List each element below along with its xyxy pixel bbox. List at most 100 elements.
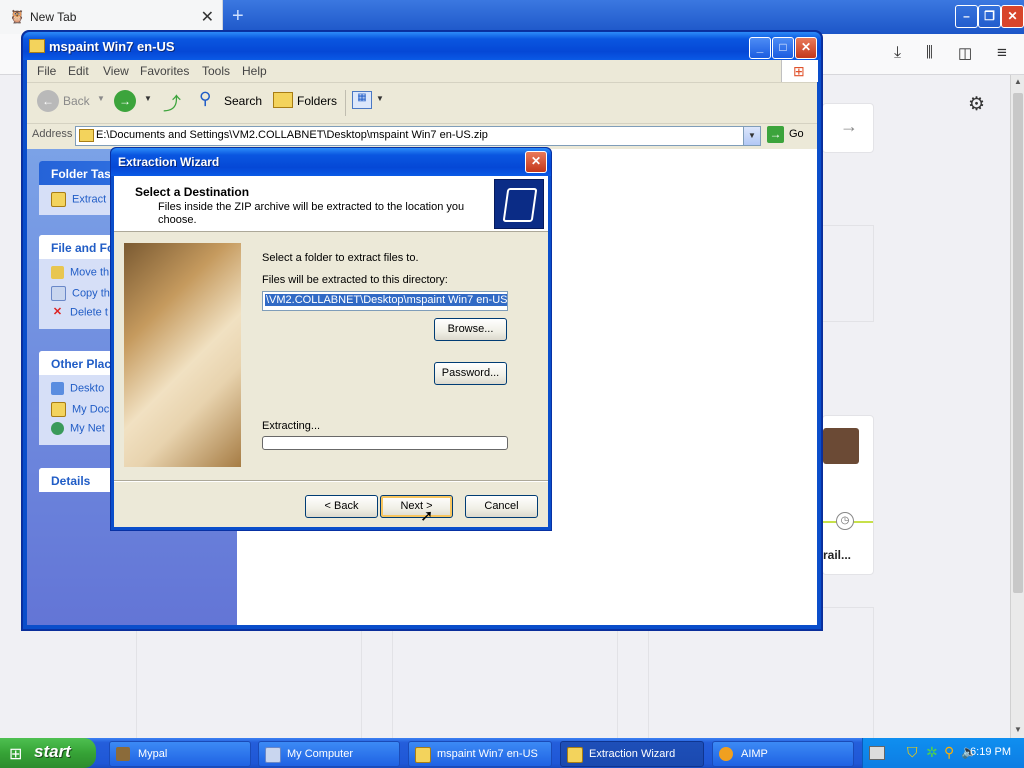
explorer-title-bar[interactable]: mspaint Win7 en-US _ □ ✕ xyxy=(23,32,821,60)
extraction-wizard-dialog: Extraction Wizard ✕ Select a Destination… xyxy=(110,147,552,531)
browser-restore-button[interactable]: ❐ xyxy=(978,5,1001,28)
network-icon[interactable]: ✲ xyxy=(926,744,938,761)
extract-task[interactable]: Extract xyxy=(51,192,106,207)
browser-minimize-button[interactable]: – xyxy=(955,5,978,28)
toolbar: ← Back ▼ → ▼ ⤴ ⚲ Search Folders ▦ ▼ xyxy=(27,83,817,124)
aimp-icon xyxy=(719,747,733,761)
up-folder-icon[interactable]: ⤴ xyxy=(163,90,181,116)
back-dropdown-icon[interactable]: ▼ xyxy=(97,94,105,103)
card-title: rail... xyxy=(823,548,852,562)
folder-icon xyxy=(567,747,583,763)
delete-icon: ✕ xyxy=(52,306,63,318)
destination-input[interactable]: \VM2.COLLABNET\Desktop\mspaint Win7 en-U… xyxy=(262,291,508,311)
scroll-up-icon[interactable]: ▲ xyxy=(1014,77,1022,86)
wizard-close-button[interactable]: ✕ xyxy=(525,151,547,173)
mouse-cursor-icon: ➚ xyxy=(420,508,434,525)
back-button[interactable]: < Back xyxy=(305,495,378,518)
menu-tools[interactable]: Tools xyxy=(202,64,230,78)
taskbar-item-mypal[interactable]: Mypal xyxy=(109,741,251,767)
select-folder-label: Select a folder to extract files to. xyxy=(262,252,419,264)
new-tab-icon[interactable]: + xyxy=(232,5,244,28)
browser-tab[interactable]: 🦉 New Tab ✕ xyxy=(0,0,223,34)
my-network-link[interactable]: My Net xyxy=(51,422,105,435)
copy-task[interactable]: Copy th xyxy=(51,286,110,301)
cancel-button[interactable]: Cancel xyxy=(465,495,538,518)
mypal-icon xyxy=(116,747,130,761)
library-icon[interactable]: ⫼ xyxy=(926,44,933,61)
desktop-icon xyxy=(51,382,64,395)
menu-bar: File Edit View Favorites Tools Help ⊞ xyxy=(27,60,818,83)
wizard-title-bar[interactable]: Extraction Wizard ✕ xyxy=(111,148,551,176)
views-dropdown-icon[interactable]: ▼ xyxy=(376,94,384,103)
my-documents-link[interactable]: My Doc xyxy=(51,402,109,417)
maximize-button[interactable]: □ xyxy=(772,37,794,59)
desktop-link[interactable]: Deskto xyxy=(51,382,104,395)
search-go-box[interactable]: → xyxy=(822,103,874,153)
mypal-icon: 🦉 xyxy=(9,9,26,24)
taskbar-item-my-computer[interactable]: My Computer xyxy=(258,741,400,767)
taskbar-item-aimp[interactable]: AIMP xyxy=(712,741,854,767)
close-tab-icon[interactable]: ✕ xyxy=(201,7,214,27)
menu-file[interactable]: File xyxy=(37,64,56,78)
explorer-title: mspaint Win7 en-US xyxy=(49,39,175,54)
scroll-down-icon[interactable]: ▼ xyxy=(1014,725,1022,734)
zip-folder-icon xyxy=(79,129,94,142)
zip-folder-icon xyxy=(29,39,45,53)
downloads-icon[interactable]: ⤓ xyxy=(894,44,901,62)
delete-task[interactable]: ✕ Delete t xyxy=(51,306,108,319)
menu-view[interactable]: View xyxy=(103,64,129,78)
menu-help[interactable]: Help xyxy=(242,64,267,78)
browser-close-button[interactable]: ✕ xyxy=(1001,5,1024,28)
gear-icon[interactable]: ⚙ xyxy=(968,93,985,116)
go-button[interactable]: Go xyxy=(789,128,804,140)
address-label: Address xyxy=(32,128,73,140)
minimize-button[interactable]: _ xyxy=(749,37,771,59)
close-button[interactable]: ✕ xyxy=(795,37,817,59)
documents-icon xyxy=(51,402,66,417)
keyboard-icon[interactable] xyxy=(869,746,885,760)
clock: 6:19 PM xyxy=(970,746,1011,758)
password-button[interactable]: Password... xyxy=(434,362,507,385)
back-arrow-icon[interactable]: ← xyxy=(37,90,59,112)
address-input[interactable]: E:\Documents and Settings\VM2.COLLABNET\… xyxy=(75,126,761,146)
start-button[interactable]: ⊞ start xyxy=(0,738,96,768)
forward-arrow-icon[interactable]: → xyxy=(114,90,136,112)
views-icon[interactable]: ▦ xyxy=(352,91,372,109)
wizard-body: Select a Destination Files inside the ZI… xyxy=(114,176,548,527)
next-button[interactable]: Next > xyxy=(380,495,453,518)
folders-button[interactable]: Folders xyxy=(297,94,337,108)
forward-dropdown-icon[interactable]: ▼ xyxy=(144,94,152,103)
menu-edit[interactable]: Edit xyxy=(68,64,89,78)
taskbar-item-extraction-wizard[interactable]: Extraction Wizard xyxy=(560,741,704,767)
taskbar-item-mspaint-folder[interactable]: mspaint Win7 en-US xyxy=(408,741,552,767)
sidebar-icon[interactable]: ◫ xyxy=(958,44,972,62)
destination-value: \VM2.COLLABNET\Desktop\mspaint Win7 en-U… xyxy=(265,294,508,306)
windows-flag-icon: ⊞ xyxy=(9,746,23,763)
folders-icon[interactable] xyxy=(273,92,293,108)
address-bar: Address E:\Documents and Settings\VM2.CO… xyxy=(27,124,817,148)
wizard-heading: Select a Destination xyxy=(135,185,250,199)
highlight-card[interactable]: ◷ rail... xyxy=(822,415,874,575)
windows-logo-icon: ⊞ xyxy=(781,60,818,82)
address-dropdown-icon[interactable]: ▼ xyxy=(743,127,760,145)
clock-icon: ◷ xyxy=(836,512,854,530)
search-icon[interactable]: ⚲ xyxy=(199,89,211,109)
move-task[interactable]: Move th xyxy=(51,266,109,279)
menu-icon[interactable]: ≡ xyxy=(997,43,1007,63)
back-button[interactable]: Back xyxy=(63,94,90,108)
wizard-description: Files inside the ZIP archive will be ext… xyxy=(158,201,465,226)
scroll-thumb[interactable] xyxy=(1013,93,1023,593)
system-tray: ⛉ ✲ ⚲ 🔈 6:19 PM xyxy=(862,738,1024,768)
search-icon[interactable]: ⚲ xyxy=(944,744,954,761)
computer-icon xyxy=(265,747,281,763)
go-arrow-icon[interactable]: → xyxy=(767,126,784,143)
shield-icon[interactable]: ⛉ xyxy=(907,744,918,761)
browse-button[interactable]: Browse... xyxy=(434,318,507,341)
address-value: E:\Documents and Settings\VM2.COLLABNET\… xyxy=(96,129,488,141)
extract-progress-bar xyxy=(262,436,508,450)
browser-scrollbar[interactable]: ▲ ▼ xyxy=(1010,75,1024,738)
top-site-tile[interactable] xyxy=(822,225,874,322)
menu-favorites[interactable]: Favorites xyxy=(140,64,189,78)
search-button[interactable]: Search xyxy=(224,94,262,108)
wizard-divider xyxy=(114,480,548,482)
